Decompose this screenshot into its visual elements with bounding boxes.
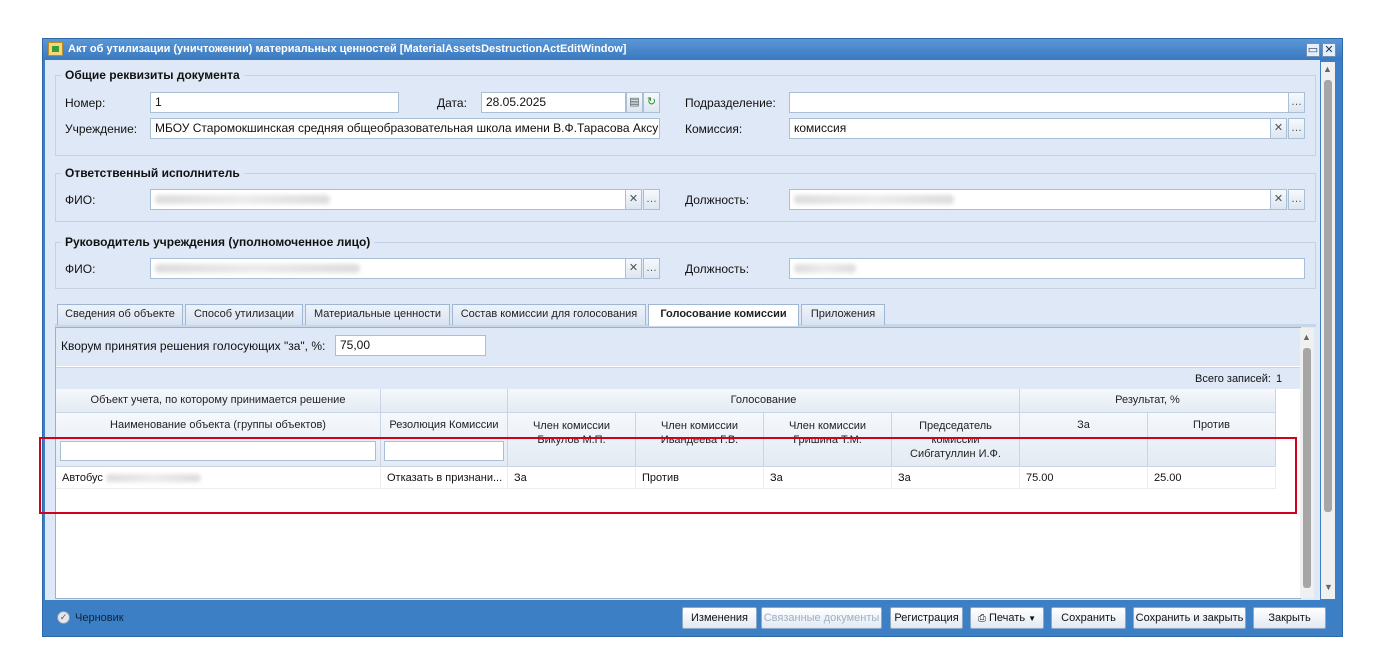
head-fio-field[interactable] [150, 258, 626, 279]
head-fio-label: ФИО: [65, 262, 96, 276]
draft-status-icon: ✓ [57, 611, 70, 624]
registration-button[interactable]: Регистрация [890, 607, 963, 629]
executor-position-clear-icon[interactable]: ✕ [1270, 189, 1287, 210]
highlight-box [39, 437, 1297, 514]
calendar-icon[interactable]: ▤ [626, 92, 643, 113]
header-group-blank [381, 389, 508, 413]
tab-commission-members[interactable]: Состав комиссии для голосования [452, 304, 646, 325]
executor-clear-icon[interactable]: ✕ [625, 189, 642, 210]
header-group-object: Объект учета, по которому принимается ре… [56, 389, 381, 413]
commission-select-icon[interactable]: … [1288, 118, 1305, 139]
division-label: Подразделение: [685, 96, 776, 110]
date-label: Дата: [437, 96, 467, 110]
executor-fio-label: ФИО: [65, 193, 96, 207]
date-refresh-icon[interactable]: ↻ [643, 92, 660, 113]
quorum-label: Кворум принятия решения голосующих "за",… [61, 339, 326, 353]
head-legend: Руководитель учреждения (уполномоченное … [61, 235, 375, 249]
tab-material-assets[interactable]: Материальные ценности [305, 304, 450, 325]
tab-object-info[interactable]: Сведения об объекте [57, 304, 183, 325]
institution-field[interactable]: МБОУ Старомокшинская средняя общеобразов… [150, 118, 660, 139]
window-scrollbar-thumb[interactable] [1324, 80, 1332, 512]
printer-icon: ⎙ [977, 613, 986, 624]
tab-attachments[interactable]: Приложения [801, 304, 885, 325]
redacted-name [155, 264, 360, 273]
redacted-position [794, 264, 856, 273]
executor-select-icon[interactable]: … [643, 189, 660, 210]
general-fieldset [55, 75, 1316, 156]
executor-fio-field[interactable] [150, 189, 626, 210]
commission-field[interactable]: комиссия [789, 118, 1271, 139]
save-and-close-button[interactable]: Сохранить и закрыть [1133, 607, 1246, 629]
window-title: Акт об утилизации (уничтожении) материал… [68, 43, 627, 55]
grid-scroll-up-icon[interactable]: ▲ [1302, 332, 1311, 342]
total-records-value: 1 [1276, 373, 1283, 385]
executor-position-select-icon[interactable]: … [1288, 189, 1305, 210]
head-position-field[interactable] [789, 258, 1305, 279]
redacted-name [155, 195, 330, 204]
institution-label: Учреждение: [65, 122, 138, 136]
general-legend: Общие реквизиты документа [61, 68, 244, 82]
head-clear-icon[interactable]: ✕ [625, 258, 642, 279]
restore-icon[interactable]: ▭ [1306, 43, 1320, 57]
division-select-icon[interactable]: … [1288, 92, 1305, 113]
close-button[interactable]: Закрыть [1253, 607, 1326, 629]
head-position-label: Должность: [685, 262, 750, 276]
division-field[interactable] [789, 92, 1289, 113]
chevron-down-icon: ▼ [1028, 614, 1037, 623]
linked-documents-button[interactable]: Связанные документы [761, 607, 882, 629]
executor-legend: Ответственный исполнитель [61, 166, 244, 180]
grid-scrollbar-thumb[interactable] [1303, 348, 1311, 588]
commission-clear-icon[interactable]: ✕ [1270, 118, 1287, 139]
total-records-label: Всего записей: [1195, 373, 1271, 385]
executor-position-label: Должность: [685, 193, 750, 207]
header-group-result: Результат, % [1020, 389, 1276, 413]
date-field[interactable]: 28.05.2025 [481, 92, 626, 113]
changes-button[interactable]: Изменения [682, 607, 757, 629]
print-button[interactable]: ⎙ Печать ▼ [970, 607, 1044, 629]
commission-label: Комиссия: [685, 122, 743, 136]
tab-disposal-method[interactable]: Способ утилизации [185, 304, 303, 325]
number-label: Номер: [65, 96, 106, 110]
header-group-voting: Голосование [508, 389, 1020, 413]
executor-position-field[interactable] [789, 189, 1271, 210]
head-select-icon[interactable]: … [643, 258, 660, 279]
quorum-field[interactable]: 75,00 [335, 335, 486, 356]
save-button[interactable]: Сохранить [1051, 607, 1126, 629]
status-label: Черновик [75, 612, 124, 624]
document-icon [48, 42, 63, 56]
redacted-position [794, 195, 954, 204]
scroll-up-icon[interactable]: ▲ [1323, 64, 1332, 74]
grid-toolbar [56, 367, 1300, 389]
scroll-down-icon[interactable]: ▼ [1324, 582, 1333, 592]
close-icon[interactable]: ✕ [1322, 43, 1336, 57]
tab-commission-voting[interactable]: Голосование комиссии [648, 304, 799, 326]
print-label: Печать [989, 612, 1026, 624]
number-field[interactable]: 1 [150, 92, 399, 113]
